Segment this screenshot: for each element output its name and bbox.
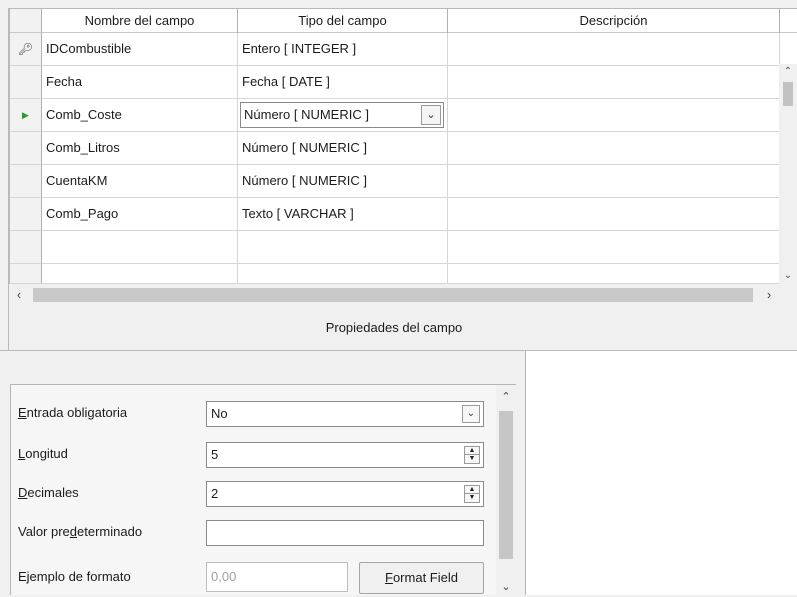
chevron-down-icon[interactable]: ⌄ (421, 105, 441, 125)
cell-field-type[interactable]: Entero [ INTEGER ] (238, 33, 448, 66)
chevron-up-icon[interactable]: ⌃ (779, 64, 797, 80)
cell-field-type[interactable]: Fecha [ DATE ] (238, 66, 448, 99)
decimals-value: 2 (211, 486, 219, 501)
header-description: Descripción (448, 9, 780, 33)
chevron-down-icon[interactable]: ⌄ (462, 405, 480, 423)
table-row[interactable] (10, 231, 797, 264)
cell-description (448, 264, 780, 284)
chevron-down-icon[interactable]: ⌄ (496, 577, 516, 597)
decimals-label: Decimales (18, 485, 79, 500)
required-label: Entrada obligatoria (18, 405, 128, 420)
row-handle[interactable] (10, 165, 42, 198)
format-example-field: 0,00 (206, 562, 348, 592)
header-field-name: Nombre del campo (42, 9, 238, 33)
field-type-dropdown[interactable]: Número [ NUMERIC ] ⌄ (240, 102, 444, 128)
row-handle[interactable] (10, 66, 42, 99)
header-field-type: Tipo del campo (238, 9, 448, 33)
properties-vertical-scrollbar[interactable]: ⌃ ⌄ (496, 385, 516, 595)
table-row (10, 264, 797, 284)
chevron-down-icon[interactable]: ⌄ (779, 268, 797, 284)
increment-icon[interactable]: ▲ (465, 486, 479, 494)
key-icon: 🔑︎ (17, 42, 34, 56)
grid-vertical-scrollbar[interactable]: ⌃ ⌄ (779, 64, 797, 284)
row-handle[interactable] (10, 132, 42, 165)
increment-icon[interactable]: ▲ (465, 447, 479, 455)
table-row[interactable]: ▶ Comb_Coste Número [ NUMERIC ] ⌄ (10, 99, 797, 132)
scroll-thumb[interactable] (499, 411, 513, 559)
header-corner (10, 9, 42, 33)
table-row[interactable]: Comb_Litros Número [ NUMERIC ] (10, 132, 797, 165)
scroll-thumb[interactable] (33, 288, 753, 302)
table-row[interactable]: Comb_Pago Texto [ VARCHAR ] (10, 198, 797, 231)
current-row-arrow-icon: ▶ (22, 110, 29, 120)
decrement-icon[interactable]: ▼ (465, 455, 479, 463)
length-value: 5 (211, 447, 219, 462)
scroll-thumb[interactable] (783, 82, 793, 106)
grid-header: Nombre del campo Tipo del campo Descripc… (10, 9, 797, 33)
decimals-stepper[interactable]: 2 ▲ ▼ (206, 481, 484, 507)
row-handle[interactable]: 🔑︎ (10, 33, 42, 66)
row-handle[interactable] (10, 231, 42, 264)
spin-buttons[interactable]: ▲ ▼ (464, 446, 480, 464)
cell-field-name[interactable]: Comb_Litros (42, 132, 238, 165)
cell-field-name[interactable]: IDCombustible (42, 33, 238, 66)
chevron-up-icon[interactable]: ⌃ (496, 387, 516, 407)
chevron-right-icon[interactable]: › (759, 284, 779, 306)
cell-field-name[interactable]: Comb_Coste (42, 99, 238, 132)
grid-horizontal-scrollbar[interactable]: ‹ › (9, 284, 779, 306)
row-handle (10, 264, 42, 284)
property-decimals: Decimales 2 ▲ ▼ (11, 476, 511, 510)
length-stepper[interactable]: 5 ▲ ▼ (206, 442, 484, 468)
table-row[interactable]: 🔑︎ IDCombustible Entero [ INTEGER ] (10, 33, 797, 66)
field-properties-panel: Entrada obligatoria No ⌄ Longitud 5 ▲ ▼ D… (10, 384, 516, 595)
property-required: Entrada obligatoria No ⌄ (11, 396, 511, 430)
cell-description[interactable] (448, 231, 780, 264)
row-handle[interactable]: ▶ (10, 99, 42, 132)
table-row[interactable]: Fecha Fecha [ DATE ] (10, 66, 797, 99)
table-row[interactable]: CuentaKM Número [ NUMERIC ] (10, 165, 797, 198)
required-dropdown[interactable]: No ⌄ (206, 401, 484, 427)
default-value-label: Valor predeterminado (18, 524, 143, 539)
cell-field-type[interactable]: Número [ NUMERIC ] ⌄ (238, 99, 448, 132)
cell-description[interactable] (448, 132, 780, 165)
cell-description[interactable] (448, 165, 780, 198)
help-text-area (525, 351, 797, 595)
cell-description[interactable] (448, 198, 780, 231)
cell-field-name[interactable] (42, 231, 238, 264)
property-default-value: Valor predeterminado (11, 515, 511, 549)
required-value: No (211, 406, 228, 421)
cell-description[interactable] (448, 66, 780, 99)
cell-field-name (42, 264, 238, 284)
property-length: Longitud 5 ▲ ▼ (11, 437, 511, 471)
cell-field-type[interactable]: Número [ NUMERIC ] (238, 132, 448, 165)
cell-field-type[interactable]: Número [ NUMERIC ] (238, 165, 448, 198)
format-example-label: Ejemplo de formato (18, 569, 131, 584)
field-type-value: Número [ NUMERIC ] (244, 107, 369, 122)
cell-field-type (238, 264, 448, 284)
spin-buttons[interactable]: ▲ ▼ (464, 485, 480, 503)
length-label: Longitud (18, 446, 68, 461)
default-value-input[interactable] (206, 520, 484, 546)
chevron-left-icon[interactable]: ‹ (9, 284, 29, 306)
cell-field-name[interactable]: CuentaKM (42, 165, 238, 198)
field-grid: Nombre del campo Tipo del campo Descripc… (9, 8, 797, 284)
decrement-icon[interactable]: ▼ (465, 494, 479, 502)
property-format-example: Ejemplo de formato 0,00 Format Field (11, 557, 511, 594)
cell-field-name[interactable]: Comb_Pago (42, 198, 238, 231)
cell-description[interactable] (448, 33, 780, 66)
cell-field-type[interactable] (238, 231, 448, 264)
row-handle[interactable] (10, 198, 42, 231)
field-properties-title: Propiedades del campo (325, 320, 463, 335)
format-field-button[interactable]: Format Field (359, 562, 484, 594)
cell-description[interactable] (448, 99, 780, 132)
cell-field-name[interactable]: Fecha (42, 66, 238, 99)
cell-field-type[interactable]: Texto [ VARCHAR ] (238, 198, 448, 231)
